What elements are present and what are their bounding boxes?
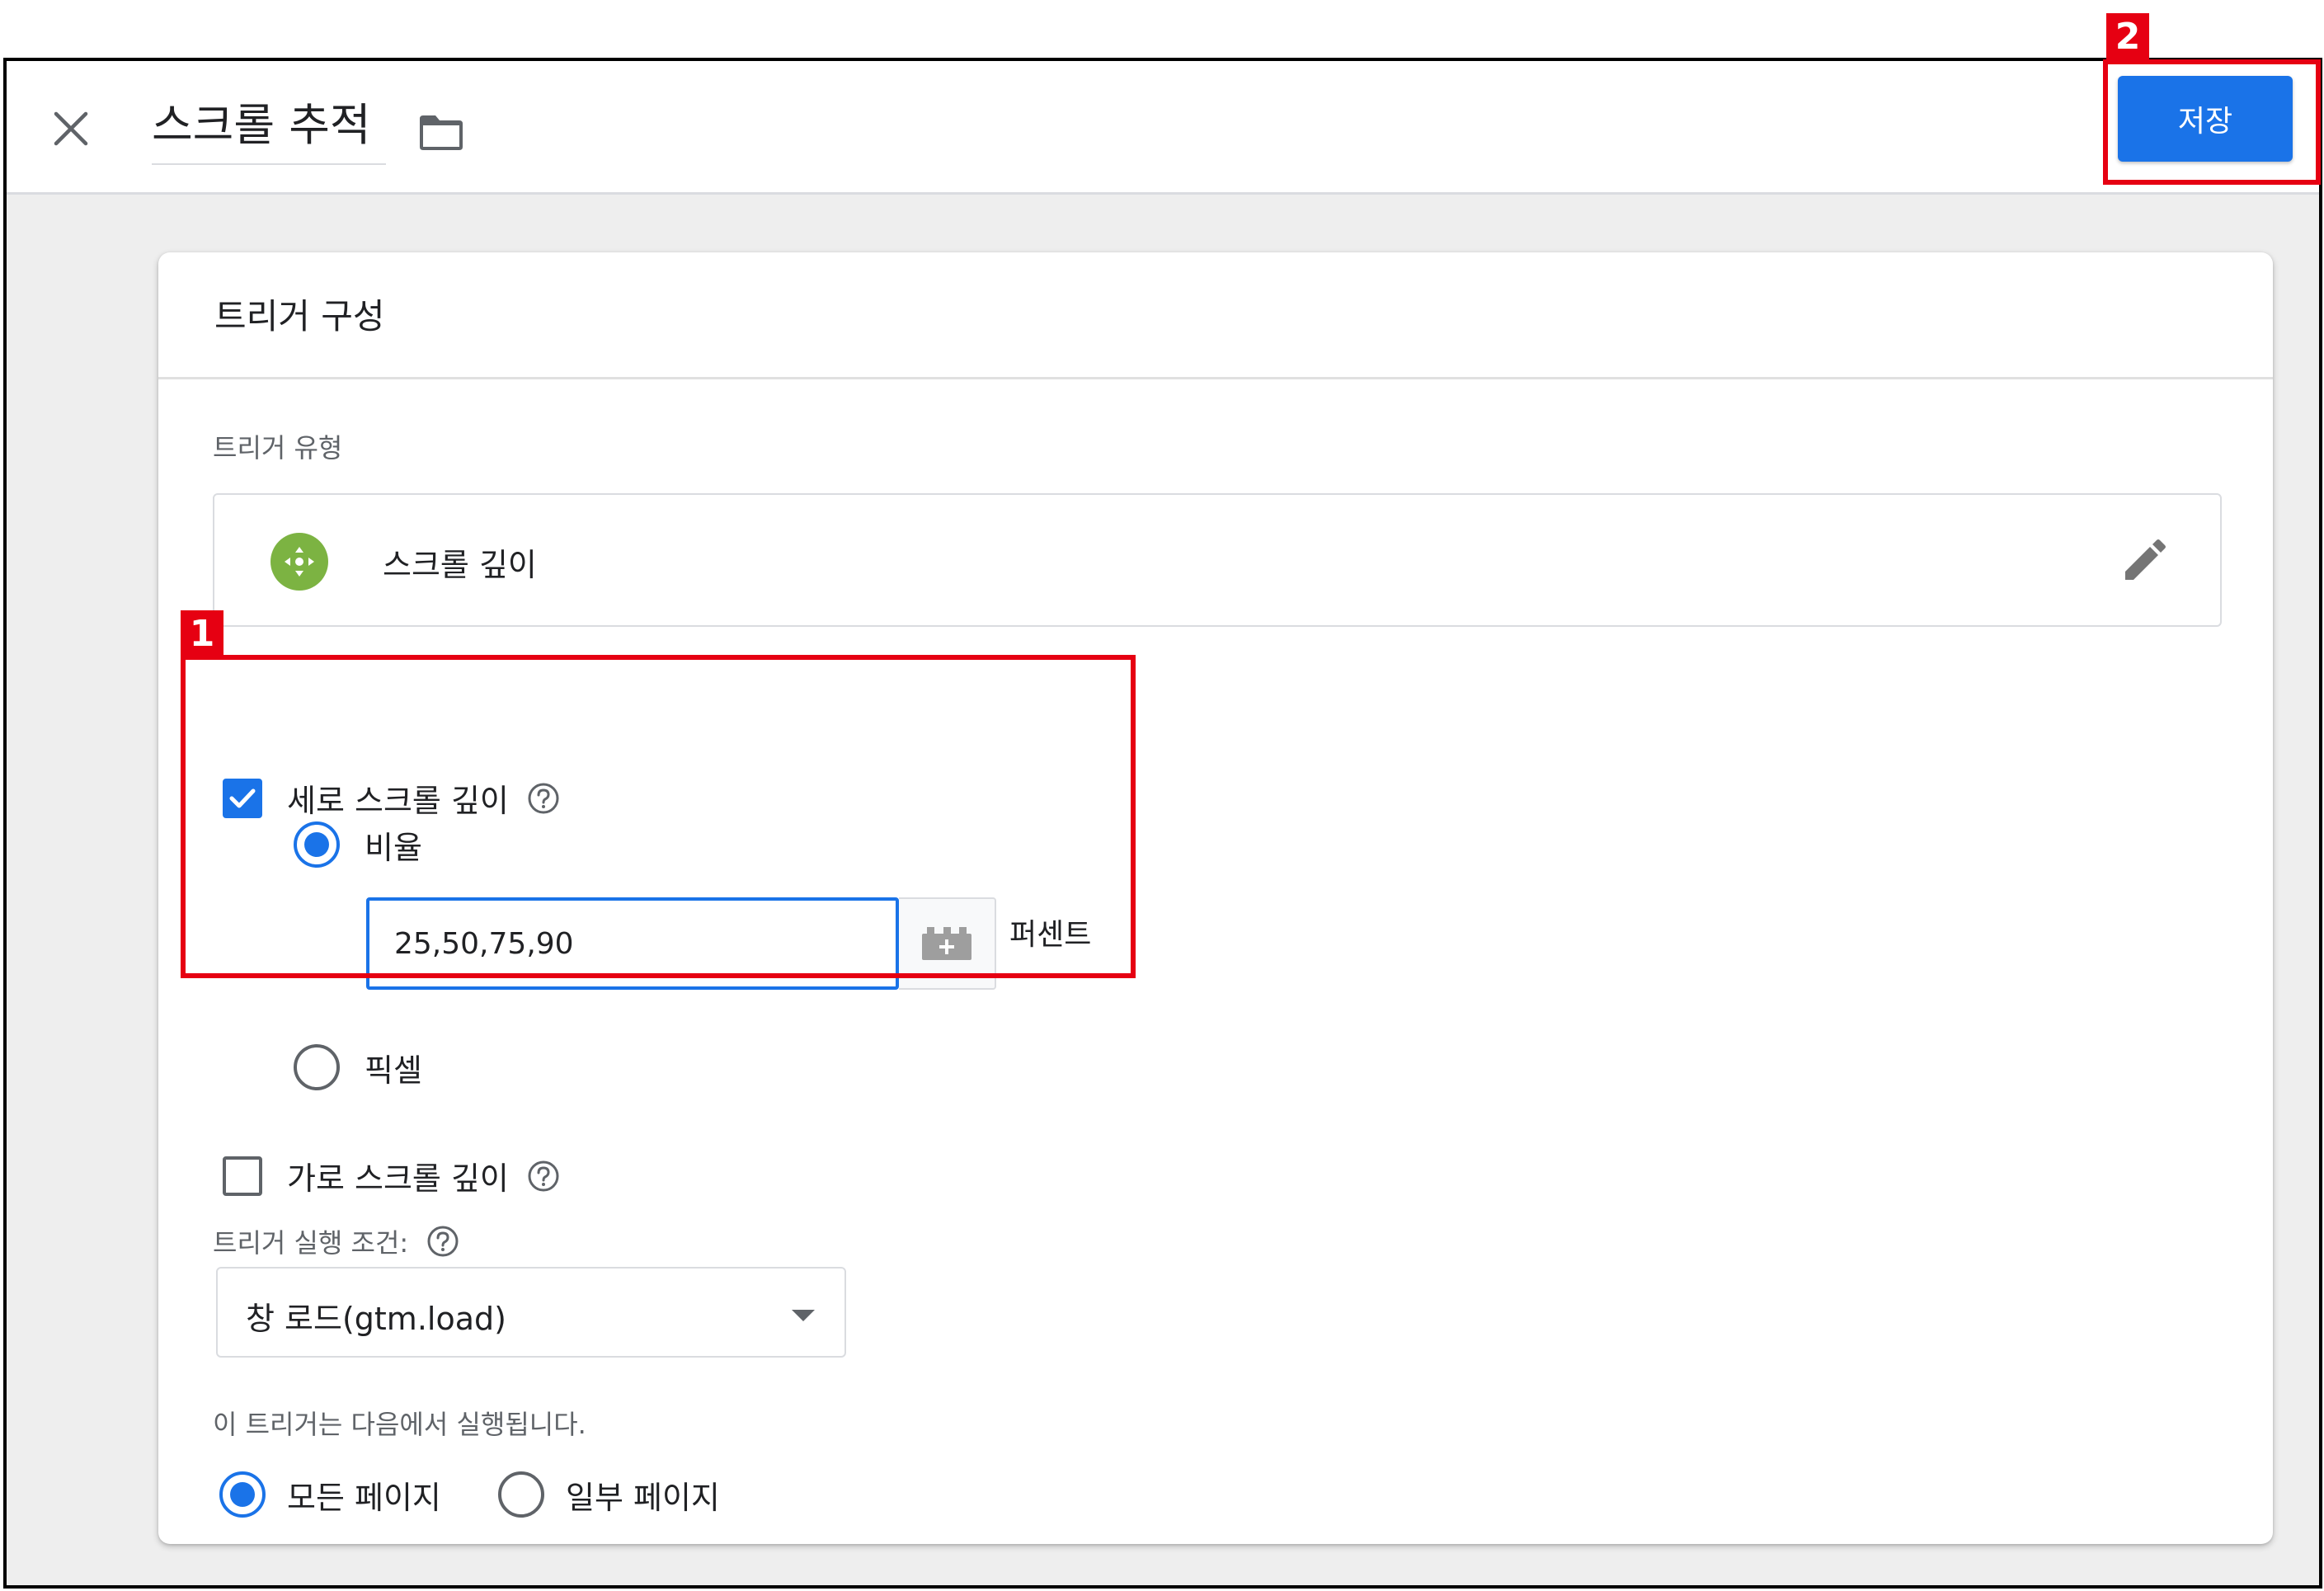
edit-trigger-type-button[interactable] [2116, 534, 2171, 589]
horizontal-scroll-label: 가로 스크롤 깊이 [287, 1160, 509, 1197]
close-button[interactable] [45, 102, 97, 155]
pixel-option: 픽셀 [294, 1044, 422, 1090]
all-pages-radio[interactable] [219, 1471, 266, 1518]
close-icon [54, 111, 88, 146]
help-icon[interactable] [527, 1160, 560, 1193]
card-title: 트리거 구성 [214, 296, 385, 337]
scroll-depth-icon [271, 533, 328, 591]
fire-on-label-row: 트리거 실행 조건: [213, 1222, 459, 1260]
page-title: 스크롤 추적 [152, 99, 371, 151]
top-bar: 스크롤 추적 [7, 61, 2319, 195]
trigger-name-field[interactable]: 스크롤 추적 [152, 94, 386, 165]
all-pages-label: 모든 페이지 [287, 1479, 441, 1516]
highlight-box-2 [2103, 59, 2321, 185]
fires-on-label: 이 트리거는 다음에서 실행됩니다. [213, 1409, 586, 1440]
annotation-badge-2: 2 [2106, 13, 2149, 61]
some-pages-option: 일부 페이지 [498, 1471, 720, 1518]
pixel-label: 픽셀 [365, 1052, 422, 1089]
fire-on-label: 트리거 실행 조건: [213, 1227, 409, 1259]
trigger-type-selector[interactable]: 스크롤 깊이 [213, 493, 2222, 627]
pencil-icon [2125, 539, 2166, 580]
horizontal-scroll-checkbox[interactable] [223, 1156, 262, 1196]
folder-button[interactable] [414, 106, 468, 160]
annotation-badge-1: 1 [181, 610, 223, 658]
some-pages-label: 일부 페이지 [566, 1479, 720, 1516]
all-pages-option: 모든 페이지 [219, 1471, 441, 1518]
help-icon[interactable] [426, 1225, 459, 1258]
folder-icon [420, 115, 463, 150]
some-pages-radio[interactable] [498, 1471, 544, 1518]
horizontal-scroll-row: 가로 스크롤 깊이 [223, 1153, 560, 1198]
fire-on-value: 창 로드(gtm.load) [246, 1301, 506, 1337]
trigger-type-label: 트리거 유형 [213, 432, 343, 464]
trigger-type-name: 스크롤 깊이 [383, 547, 537, 583]
dropdown-arrow-icon [792, 1310, 815, 1321]
fire-on-select[interactable]: 창 로드(gtm.load) [216, 1267, 846, 1358]
highlight-box-1 [181, 655, 1136, 978]
card-header: 트리거 구성 [158, 252, 2273, 379]
pixel-radio[interactable] [294, 1044, 340, 1090]
